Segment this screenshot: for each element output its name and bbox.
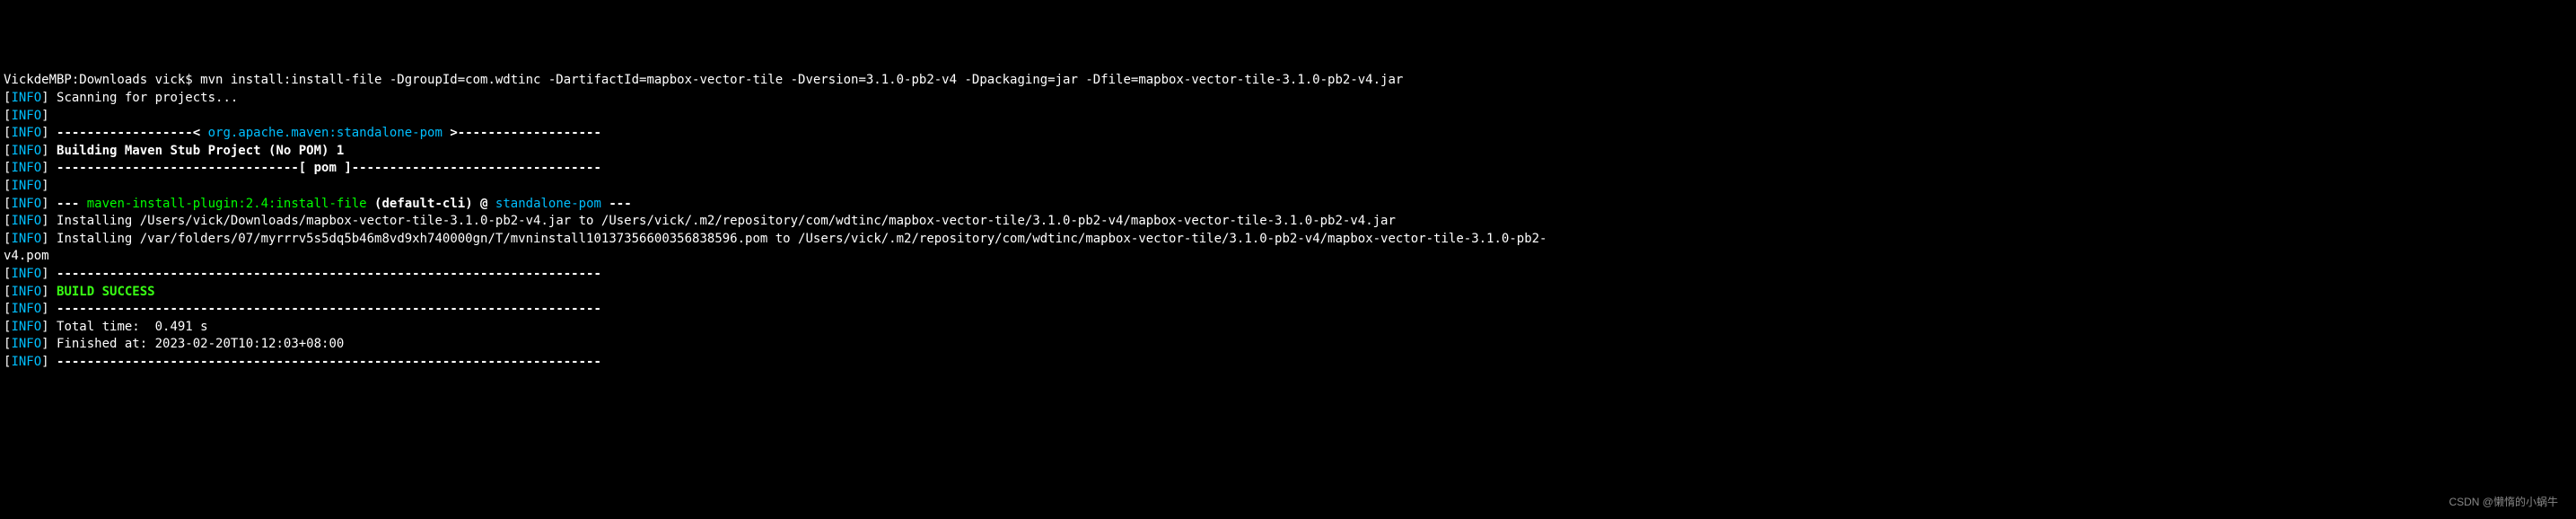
install-pom-text: Installing /var/folders/07/myrrrv5s5dq5b… (49, 232, 1547, 246)
log-line: [INFO] ------------------< org.apache.ma… (4, 125, 2572, 143)
pom-separator: --------------------------------[ pom ]-… (49, 161, 601, 175)
log-line: [INFO] Finished at: 2023-02-20T10:12:03+… (4, 336, 2572, 354)
plugin-mid: (default-cli) @ (367, 197, 495, 211)
separator: ----------------------------------------… (49, 302, 601, 316)
bracket-close: ] (41, 179, 48, 193)
log-line: [INFO] ---------------------------------… (4, 266, 2572, 284)
bracket-close: ] (41, 197, 48, 211)
plugin-pre: --- (49, 197, 87, 211)
log-line: [INFO] (4, 178, 2572, 196)
log-line: [INFO] Total time: 0.491 s (4, 319, 2572, 337)
dash-post: >------------------- (442, 126, 601, 140)
log-line: [INFO] Scanning for projects... (4, 90, 2572, 108)
terminal-output: VickdeMBP:Downloads vick$ mvn install:in… (4, 72, 2572, 371)
building-text: Building Maven Stub Project (No POM) 1 (49, 144, 345, 158)
log-line: [INFO] Building Maven Stub Project (No P… (4, 143, 2572, 161)
info-label: INFO (11, 302, 41, 316)
info-label: INFO (11, 285, 41, 299)
bracket-close: ] (41, 337, 48, 351)
log-line: [INFO] Installing /Users/vick/Downloads/… (4, 213, 2572, 231)
info-label: INFO (11, 320, 41, 334)
build-success: BUILD SUCCESS (49, 285, 155, 299)
info-label: INFO (11, 179, 41, 193)
prompt-text: VickdeMBP:Downloads vick$ (4, 73, 200, 87)
log-line: [INFO] --- maven-install-plugin:2.4:inst… (4, 196, 2572, 214)
bracket-close: ] (41, 144, 48, 158)
info-label: INFO (11, 214, 41, 228)
install-pom-wrap: v4.pom (4, 249, 49, 263)
bracket-close: ] (41, 232, 48, 246)
plugin-name: maven-install-plugin:2.4:install-file (87, 197, 367, 211)
log-text: Scanning for projects... (49, 91, 239, 105)
bracket-close: ] (41, 285, 48, 299)
separator: ----------------------------------------… (49, 355, 601, 369)
watermark-text: CSDN @懒惰的小蜗牛 (2449, 495, 2558, 510)
bracket-close: ] (41, 302, 48, 316)
log-line: [INFO] --------------------------------[… (4, 160, 2572, 178)
standalone-pom-id: org.apache.maven:standalone-pom (208, 126, 442, 140)
info-label: INFO (11, 355, 41, 369)
info-label: INFO (11, 267, 41, 281)
log-line: [INFO] ---------------------------------… (4, 301, 2572, 319)
bracket-close: ] (41, 320, 48, 334)
info-label: INFO (11, 337, 41, 351)
log-line: [INFO] ---------------------------------… (4, 354, 2572, 372)
log-line: [INFO] (4, 108, 2572, 126)
log-line: [INFO] BUILD SUCCESS (4, 284, 2572, 302)
bracket-close: ] (41, 355, 48, 369)
info-label: INFO (11, 144, 41, 158)
info-label: INFO (11, 91, 41, 105)
info-label: INFO (11, 161, 41, 175)
bracket-close: ] (41, 267, 48, 281)
bracket-close: ] (41, 91, 48, 105)
command-text: mvn install:install-file -DgroupId=com.w… (200, 73, 1403, 87)
info-label: INFO (11, 109, 41, 123)
bracket-close: ] (41, 109, 48, 123)
bracket-close: ] (41, 161, 48, 175)
bracket-close: ] (41, 214, 48, 228)
info-label: INFO (11, 126, 41, 140)
info-label: INFO (11, 232, 41, 246)
plugin-post: --- (601, 197, 632, 211)
plugin-target: standalone-pom (495, 197, 601, 211)
install-jar-text: Installing /Users/vick/Downloads/mapbox-… (49, 214, 1396, 228)
log-line: [INFO] Installing /var/folders/07/myrrrv… (4, 231, 2572, 249)
separator: ----------------------------------------… (49, 267, 601, 281)
dash-pre: ------------------< (49, 126, 208, 140)
total-time: Total time: 0.491 s (49, 320, 208, 334)
log-line-wrap: v4.pom (4, 248, 2572, 266)
bracket-close: ] (41, 126, 48, 140)
info-label: INFO (11, 197, 41, 211)
finished-at: Finished at: 2023-02-20T10:12:03+08:00 (49, 337, 345, 351)
command-line: VickdeMBP:Downloads vick$ mvn install:in… (4, 72, 2572, 90)
